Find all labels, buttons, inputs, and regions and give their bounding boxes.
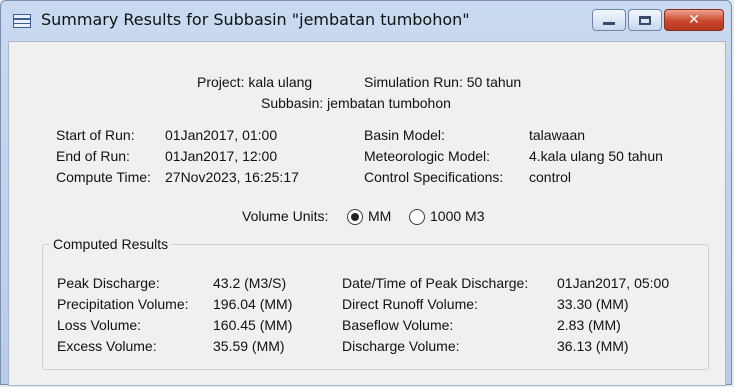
excess-volume-value: 35.59 (MM): [213, 338, 285, 354]
peak-time-value: 01Jan2017, 05:00: [557, 275, 670, 291]
start-of-run-label: Start of Run:: [56, 127, 135, 143]
subbasin-text: Subbasin: jembatan tumbohon: [261, 95, 451, 111]
compute-time-label: Compute Time:: [56, 169, 151, 185]
minimize-button[interactable]: [592, 9, 626, 31]
simulation-run-text: Simulation Run: 50 tahun: [364, 74, 522, 90]
control-spec-label: Control Specifications:: [364, 169, 504, 185]
start-of-run-value: 01Jan2017, 01:00: [165, 127, 278, 143]
project-text: Project: kala ulang: [197, 74, 313, 90]
loss-volume-value: 160.45 (MM): [213, 317, 293, 333]
baseflow-volume-label: Baseflow Volume:: [342, 317, 454, 333]
title-bar[interactable]: Summary Results for Subbasin "jembatan t…: [1, 1, 731, 41]
basin-model-label: Basin Model:: [364, 127, 445, 143]
summary-results-window: Summary Results for Subbasin "jembatan t…: [0, 0, 732, 386]
precipitation-volume-label: Precipitation Volume:: [57, 296, 189, 312]
direct-runoff-value: 33.30 (MM): [557, 296, 629, 312]
baseflow-volume-value: 2.83 (MM): [557, 317, 621, 333]
window-title: Summary Results for Subbasin "jembatan t…: [41, 10, 470, 29]
close-icon: ✕: [688, 12, 700, 28]
discharge-volume-label: Discharge Volume:: [342, 338, 460, 354]
computed-results-title: Computed Results: [49, 236, 173, 252]
end-of-run-value: 01Jan2017, 12:00: [165, 148, 278, 164]
loss-volume-label: Loss Volume:: [57, 317, 142, 333]
control-spec-value: control: [529, 169, 572, 185]
excess-volume-label: Excess Volume:: [57, 338, 157, 354]
radio-1000m3[interactable]: [409, 209, 425, 225]
discharge-volume-value: 36.13 (MM): [557, 338, 629, 354]
minimize-icon: [603, 21, 615, 25]
basin-model-value: talawaan: [529, 127, 586, 143]
window-table-icon: [13, 14, 31, 28]
compute-time-value: 27Nov2023, 16:25:17: [165, 169, 299, 185]
close-button[interactable]: ✕: [664, 9, 724, 31]
direct-runoff-label: Direct Runoff Volume:: [342, 296, 478, 312]
peak-discharge-value: 43.2 (M3/S): [213, 275, 287, 291]
radio-mm[interactable]: [347, 209, 363, 225]
maximize-icon: [639, 15, 651, 25]
results-panel: Project: kala ulang Simulation Run: 50 t…: [8, 41, 726, 386]
radio-mm-label[interactable]: MM: [368, 208, 391, 224]
meteorologic-model-value: 4.kala ulang 50 tahun: [529, 148, 663, 164]
maximize-button[interactable]: [628, 9, 662, 31]
precipitation-volume-value: 196.04 (MM): [213, 296, 293, 312]
peak-time-label: Date/Time of Peak Discharge:: [342, 275, 529, 291]
end-of-run-label: End of Run:: [56, 148, 130, 164]
volume-units-label: Volume Units:: [242, 208, 329, 224]
meteorologic-model-label: Meteorologic Model:: [364, 148, 491, 164]
peak-discharge-label: Peak Discharge:: [57, 275, 160, 291]
radio-1000m3-label[interactable]: 1000 M3: [430, 208, 484, 224]
